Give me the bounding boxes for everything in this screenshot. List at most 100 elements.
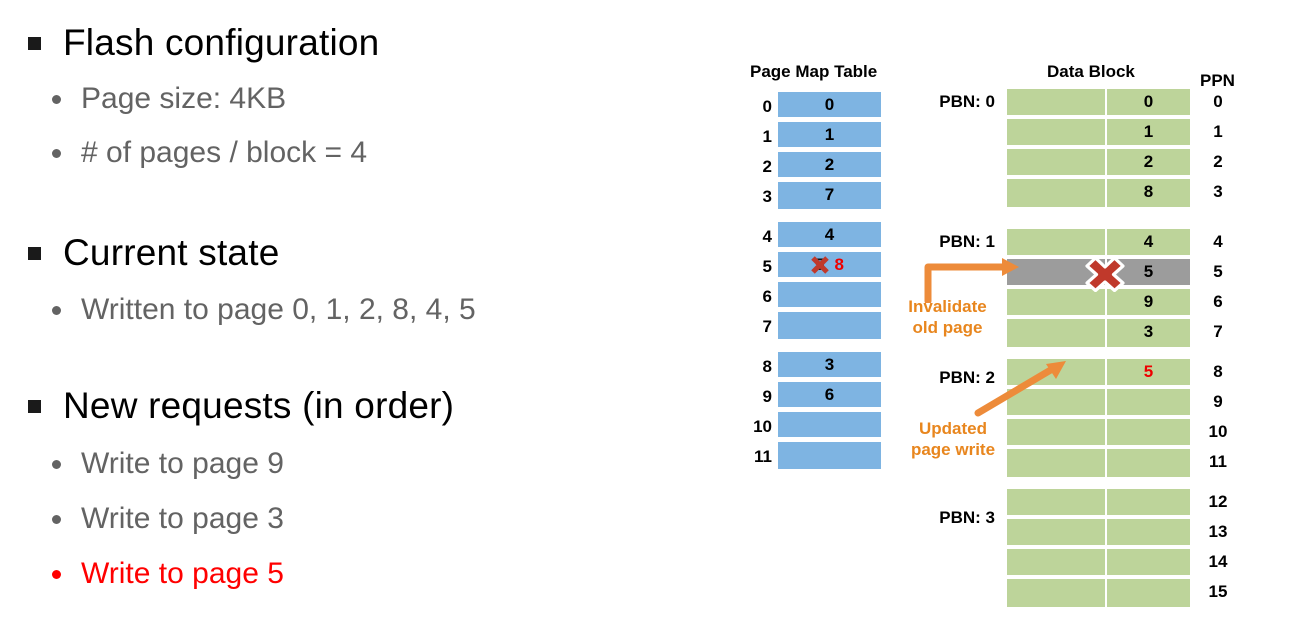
ppn-header: PPN <box>1200 71 1235 90</box>
pmt-cell-9[interactable]: 6 <box>778 382 881 409</box>
dot-bullet-icon <box>52 569 61 579</box>
ppn-index-15: 15 <box>1208 582 1228 601</box>
pmt-index-11: 11 <box>754 447 772 466</box>
ppn-index-2: 2 <box>1213 152 1223 171</box>
pmt-cell-5[interactable]: 5 8 <box>778 252 881 279</box>
data-block-row-8[interactable]: 5 <box>1007 359 1190 387</box>
data-block-row-7-left <box>1007 319 1107 347</box>
pmt-cell-2[interactable]: 2 <box>778 152 881 179</box>
ppn-index-13: 13 <box>1208 522 1228 541</box>
data-block-row-0-left <box>1007 89 1107 115</box>
bullet-list-panel: Flash configuration Page size: 4KB # of … <box>0 0 700 636</box>
data-block-row-14[interactable] <box>1007 549 1190 577</box>
dot-bullet-icon <box>52 305 61 315</box>
data-block-row-1-value: 1 <box>1107 119 1190 145</box>
square-bullet-icon <box>28 36 41 50</box>
bullet-pages-per-block: # of pages / block = 4 <box>52 136 367 170</box>
ppn-index-0: 0 <box>1213 92 1223 111</box>
annotation-line-2: page write <box>910 440 996 459</box>
data-block-row-13[interactable] <box>1007 519 1190 547</box>
data-block-row-1-left <box>1007 119 1107 145</box>
pmt-cell-5-new-value: 8 <box>834 255 844 274</box>
data-block-row-3[interactable]: 8 <box>1007 179 1190 207</box>
page-map-table-header: Page Map Table <box>750 62 878 81</box>
data-block-row-8-left <box>1007 359 1107 385</box>
data-block-row-2-value: 2 <box>1107 149 1190 175</box>
pbn-label-1: PBN: 1 <box>939 232 995 251</box>
data-block-row-11[interactable] <box>1007 449 1190 477</box>
bullet-label: Write to page 3 <box>81 502 284 535</box>
heading-label: New requests (in order) <box>63 385 455 426</box>
data-block-row-6-left <box>1007 289 1107 315</box>
pmt-cell-7[interactable] <box>778 312 881 339</box>
data-block-row-4[interactable]: 4 <box>1007 229 1190 257</box>
bullet-label: Write to page 9 <box>81 447 284 480</box>
pmt-cell-10[interactable] <box>778 412 881 439</box>
data-block-row-10-left <box>1007 419 1107 445</box>
ppn-index-1: 1 <box>1213 122 1223 141</box>
data-block-row-5-invalidated[interactable]: 5 <box>1007 259 1190 287</box>
ppn-index-6: 6 <box>1213 292 1223 311</box>
data-block-row-2-left <box>1007 149 1107 175</box>
dot-bullet-icon <box>52 514 61 524</box>
data-block-row-14-left <box>1007 549 1107 575</box>
ppn-index-3: 3 <box>1213 182 1223 201</box>
pmt-cell-0[interactable]: 0 <box>778 92 881 119</box>
heading-label: Flash configuration <box>63 22 380 63</box>
data-block-row-13-value <box>1107 519 1190 545</box>
annotation-invalidate-old-page: Invalidate old page <box>885 296 1010 338</box>
pmt-index-1: 1 <box>762 127 772 146</box>
pmt-index-5: 5 <box>762 257 772 276</box>
pmt-cell-4[interactable]: 4 <box>778 222 881 249</box>
pbn-label-2: PBN: 2 <box>939 368 995 387</box>
bullet-write-page-5: Write to page 5 <box>52 557 284 591</box>
pmt-index-10: 10 <box>753 417 772 436</box>
pmt-index-6: 6 <box>762 287 772 306</box>
pmt-index-8: 8 <box>762 357 772 376</box>
dot-bullet-icon <box>52 94 61 104</box>
bullet-written-pages: Written to page 0, 1, 2, 8, 4, 5 <box>52 293 476 327</box>
heading-label: Current state <box>63 232 280 273</box>
data-block-row-6-value: 9 <box>1107 289 1190 315</box>
data-block-row-7[interactable]: 3 <box>1007 319 1190 347</box>
data-block-row-8-value: 5 <box>1107 359 1190 385</box>
pmt-cell-11[interactable] <box>778 442 881 469</box>
data-block-row-10-value <box>1107 419 1190 445</box>
pmt-cell-6[interactable] <box>778 282 881 309</box>
data-block-row-15[interactable] <box>1007 579 1190 607</box>
ppn-index-8: 8 <box>1213 362 1223 381</box>
bullet-label: Write to page 5 <box>81 557 284 590</box>
pbn-label-0: PBN: 0 <box>939 92 995 111</box>
data-block-row-2[interactable]: 2 <box>1007 149 1190 177</box>
dot-bullet-icon <box>52 459 61 469</box>
pbn-label-3: PBN: 3 <box>939 508 995 527</box>
square-bullet-icon <box>28 399 41 413</box>
pmt-cell-3[interactable]: 7 <box>778 182 881 209</box>
data-block-row-1[interactable]: 1 <box>1007 119 1190 147</box>
data-block-row-0-value: 0 <box>1107 89 1190 115</box>
data-block-row-6[interactable]: 9 <box>1007 289 1190 317</box>
pmt-index-4: 4 <box>762 227 772 246</box>
heading-new-requests: New requests (in order) <box>28 385 454 427</box>
data-block-row-12[interactable] <box>1007 489 1190 517</box>
data-block-row-3-left <box>1007 179 1107 207</box>
pmt-cell-8[interactable]: 3 <box>778 352 881 379</box>
data-block-row-0[interactable]: 0 <box>1007 89 1190 117</box>
bullet-write-page-3: Write to page 3 <box>52 502 284 536</box>
data-block-row-12-value <box>1107 489 1190 515</box>
data-block-row-12-left <box>1007 489 1107 515</box>
bullet-label: # of pages / block = 4 <box>81 136 368 169</box>
data-block-row-9[interactable] <box>1007 389 1190 417</box>
data-block-row-4-value: 4 <box>1107 229 1190 255</box>
pmt-cell-1[interactable]: 1 <box>778 122 881 149</box>
data-block-row-13-left <box>1007 519 1107 545</box>
data-block-row-11-left <box>1007 449 1107 477</box>
annotation-line-2: old page <box>912 318 983 337</box>
data-block-row-10[interactable] <box>1007 419 1190 447</box>
data-block-row-9-value <box>1107 389 1190 415</box>
data-block-row-11-value <box>1107 449 1190 477</box>
bullet-label: Page size: 4KB <box>81 82 287 115</box>
annotation-line-1: Invalidate <box>908 297 987 316</box>
pmt-index-7: 7 <box>762 317 772 336</box>
bullet-page-size: Page size: 4KB <box>52 82 286 116</box>
